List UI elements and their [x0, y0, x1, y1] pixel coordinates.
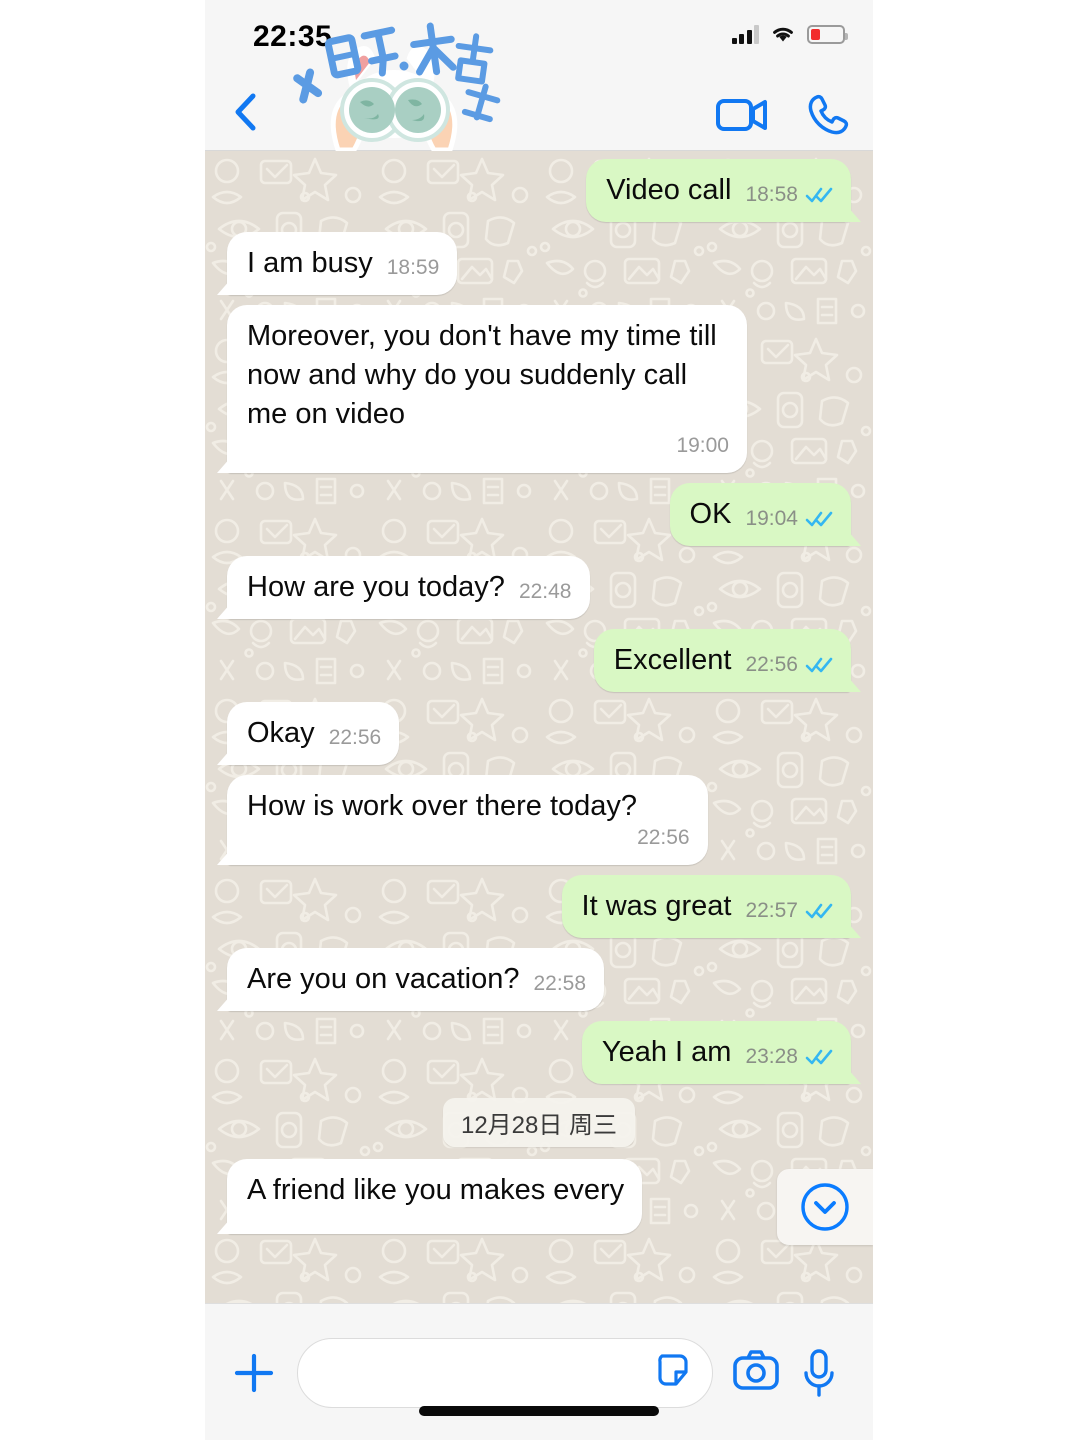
message-text: A friend like you makes every	[247, 1174, 625, 1206]
message-time: 22:57	[745, 899, 798, 922]
message-row[interactable]: OK 19:04	[227, 483, 862, 546]
back-chevron-icon	[235, 93, 256, 131]
status-bar-clock: 22:35	[253, 20, 333, 53]
message-bubble-incoming[interactable]: How are you today? 22:48	[217, 556, 590, 619]
message-row[interactable]: Video call 18:58	[227, 159, 861, 222]
read-receipt-double-check-icon	[805, 187, 833, 203]
message-time: 22:56	[637, 826, 690, 849]
read-receipt-double-check-icon	[805, 903, 833, 919]
microphone-icon	[804, 1348, 834, 1397]
message-row[interactable]: Yeah I am 23:28	[227, 1021, 862, 1084]
message-time: 19:04	[745, 507, 798, 530]
message-bubble-outgoing[interactable]: It was great 22:57	[561, 875, 862, 938]
camera-button[interactable]	[731, 1347, 781, 1399]
sticker-button[interactable]	[652, 1348, 696, 1397]
message-row[interactable]: I am busy 18:59	[216, 232, 851, 295]
header-action-buttons	[715, 92, 851, 143]
message-row[interactable]: It was great 22:57	[227, 875, 862, 938]
message-text: How are you today?	[247, 571, 505, 603]
message-row[interactable]: Okay 22:56	[216, 702, 851, 765]
camera-icon	[733, 1349, 779, 1390]
message-text: Okay	[247, 717, 315, 749]
message-row[interactable]: A friend like you makes every	[216, 1159, 851, 1234]
microphone-button[interactable]	[799, 1347, 849, 1399]
message-time: 19:00	[676, 434, 729, 457]
message-text: Are you on vacation?	[247, 963, 520, 995]
video-call-button[interactable]	[715, 94, 769, 141]
message-row[interactable]: How are you today? 22:48	[217, 556, 851, 619]
message-bubble-incoming[interactable]: Are you on vacation? 22:58	[216, 948, 605, 1011]
message-row[interactable]: Excellent 22:56	[227, 629, 862, 692]
read-receipt-double-check-icon	[805, 511, 833, 527]
message-text: How is work over there today?	[247, 790, 638, 822]
message-list-area[interactable]: Video call 18:58 I am busy 18:59 Moreove…	[205, 151, 873, 1303]
message-bubble-incoming[interactable]: A friend like you makes every	[216, 1159, 643, 1234]
read-receipt-double-check-icon	[805, 1049, 833, 1065]
phone-call-icon	[808, 94, 849, 135]
scroll-to-bottom-button[interactable]	[777, 1169, 873, 1245]
chevron-down-circle-icon	[801, 1183, 849, 1231]
message-meta: 19:00	[676, 434, 729, 461]
plus-icon	[234, 1353, 274, 1392]
wifi-icon	[773, 27, 793, 42]
messages-container: Video call 18:58 I am busy 18:59 Moreove…	[205, 151, 873, 1234]
message-meta: 22:57	[745, 899, 833, 926]
message-bubble-incoming[interactable]: How is work over there today? 22:56	[217, 775, 708, 865]
date-divider: 12月28日 周三	[227, 1098, 851, 1147]
message-time: 18:58	[745, 183, 798, 206]
message-bubble-outgoing[interactable]: Yeah I am 23:28	[581, 1021, 862, 1084]
attach-plus-button[interactable]	[229, 1348, 279, 1398]
message-meta: 23:28	[745, 1045, 833, 1072]
sticker-icon	[658, 1354, 688, 1386]
message-time: 22:58	[533, 972, 587, 995]
back-button[interactable]	[227, 88, 267, 136]
message-meta: 18:58	[745, 183, 833, 210]
chat-header	[205, 22, 873, 153]
message-bubble-outgoing[interactable]: OK 19:04	[669, 483, 862, 546]
message-meta: 19:04	[745, 507, 833, 534]
read-receipt-double-check-icon	[805, 657, 833, 673]
phone-screen: 22:35 Video call 18:58 I am busy 18:59 M…	[205, 0, 873, 1440]
message-bubble-outgoing[interactable]: Excellent 22:56	[593, 629, 862, 692]
message-text: Excellent	[613, 644, 732, 676]
message-bubble-incoming[interactable]: Moreover, you don't have my time till no…	[217, 305, 747, 473]
status-bar: 22:35	[205, 0, 873, 78]
message-bubble-incoming[interactable]: Okay 22:56	[216, 702, 400, 765]
message-time: 22:56	[328, 726, 382, 749]
message-bubble-outgoing[interactable]: Video call 18:58	[586, 159, 861, 222]
voice-call-button[interactable]	[805, 92, 851, 143]
message-meta: 18:59	[387, 256, 440, 283]
message-meta: 22:48	[519, 580, 572, 607]
message-meta: 22:58	[533, 972, 586, 999]
status-bar-indicators	[731, 24, 848, 44]
message-text: I am busy	[247, 247, 373, 279]
video-call-icon	[716, 99, 767, 131]
message-input-bar	[205, 1303, 873, 1440]
message-text: Yeah I am	[601, 1036, 732, 1068]
message-time: 22:48	[518, 580, 572, 603]
message-text: Moreover, you don't have my time till no…	[247, 320, 717, 430]
message-time: 23:28	[745, 1045, 798, 1068]
date-divider-label: 12月28日 周三	[442, 1098, 636, 1147]
message-time: 18:59	[386, 256, 440, 279]
message-text: OK	[689, 498, 732, 530]
message-meta: 22:56	[745, 653, 833, 680]
message-row[interactable]: Moreover, you don't have my time till no…	[217, 305, 851, 473]
message-meta: 22:56	[637, 826, 690, 853]
message-row[interactable]: How is work over there today? 22:56	[217, 775, 851, 865]
home-indicator	[419, 1406, 659, 1416]
message-row[interactable]: Are you on vacation? 22:58	[216, 948, 851, 1011]
battery-low-icon	[807, 24, 848, 44]
message-input-field[interactable]	[297, 1337, 713, 1408]
cellular-signal-icon	[731, 24, 759, 44]
message-time: 22:56	[745, 653, 798, 676]
message-text: It was great	[581, 890, 732, 922]
message-bubble-incoming[interactable]: I am busy 18:59	[216, 232, 458, 295]
message-text: Video call	[606, 174, 732, 206]
message-meta: 22:56	[329, 726, 382, 753]
